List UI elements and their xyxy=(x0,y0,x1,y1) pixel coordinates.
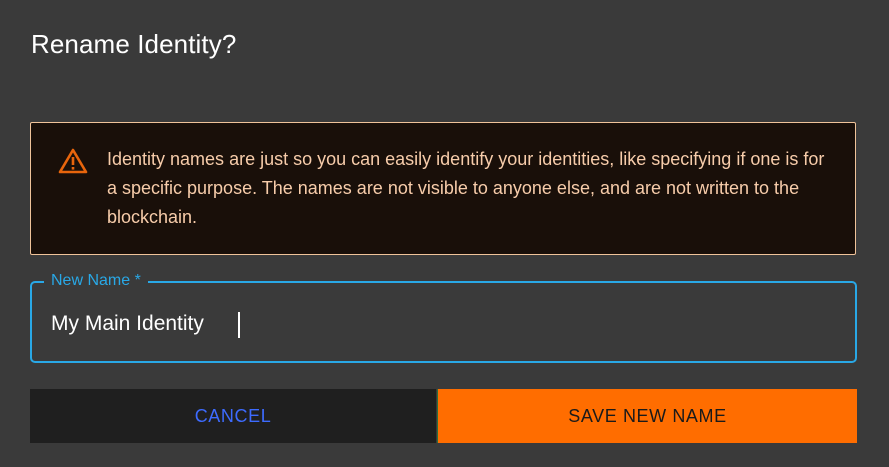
new-name-label: New Name * xyxy=(44,271,148,291)
save-new-name-button[interactable]: Save New Name xyxy=(437,389,857,443)
new-name-field[interactable]: New Name * xyxy=(30,271,857,363)
text-cursor xyxy=(238,312,240,338)
rename-identity-dialog: Rename Identity? Identity names are just… xyxy=(0,0,889,467)
new-name-input[interactable] xyxy=(51,310,831,338)
warning-alert: Identity names are just so you can easil… xyxy=(30,122,856,255)
dialog-title: Rename Identity? xyxy=(31,29,237,59)
cancel-button[interactable]: Cancel xyxy=(30,389,436,443)
warning-message: Identity names are just so you can easil… xyxy=(107,149,825,227)
warning-triangle-icon xyxy=(58,147,88,175)
